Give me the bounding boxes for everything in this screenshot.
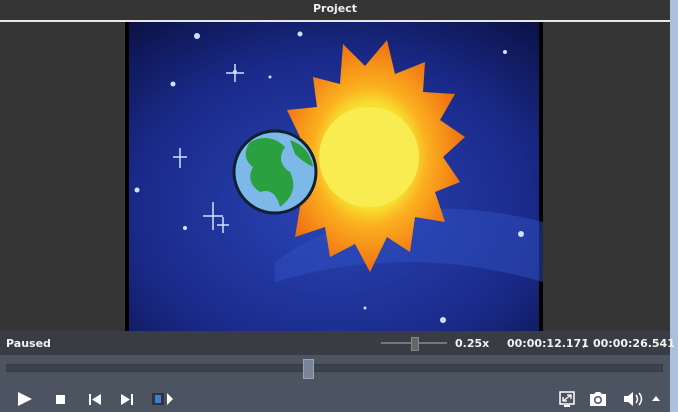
volume-icon[interactable] — [623, 391, 643, 407]
next-frame-icon[interactable] — [121, 394, 133, 405]
speed-slider[interactable] — [381, 337, 447, 351]
video-viewer — [0, 22, 670, 331]
total-time: 00:00:26.541 — [593, 337, 675, 350]
status-bar: Paused 0.25x 00:00:12.171 / 00:00:26.541 — [0, 331, 675, 355]
time-separator: / — [583, 337, 588, 350]
play-icon[interactable] — [17, 391, 33, 407]
current-time: 00:00:12.171 — [507, 337, 589, 350]
video-frame[interactable] — [125, 22, 543, 331]
window-title: Project — [0, 0, 670, 22]
snapshot-icon[interactable] — [589, 391, 607, 407]
fullscreen-icon[interactable] — [559, 391, 575, 407]
speed-slider-handle[interactable] — [411, 337, 419, 351]
control-bar — [0, 355, 670, 412]
volume-menu-arrow-icon[interactable] — [652, 396, 660, 401]
clip-play-icon[interactable] — [152, 392, 174, 406]
stop-icon[interactable] — [56, 395, 65, 404]
seek-handle[interactable] — [303, 359, 315, 379]
speed-value: 0.25x — [455, 337, 490, 350]
seek-bar[interactable] — [6, 359, 663, 379]
video-image — [129, 22, 543, 331]
scrollbar[interactable] — [670, 0, 678, 412]
playback-state: Paused — [6, 337, 51, 350]
previous-frame-icon[interactable] — [89, 394, 101, 405]
